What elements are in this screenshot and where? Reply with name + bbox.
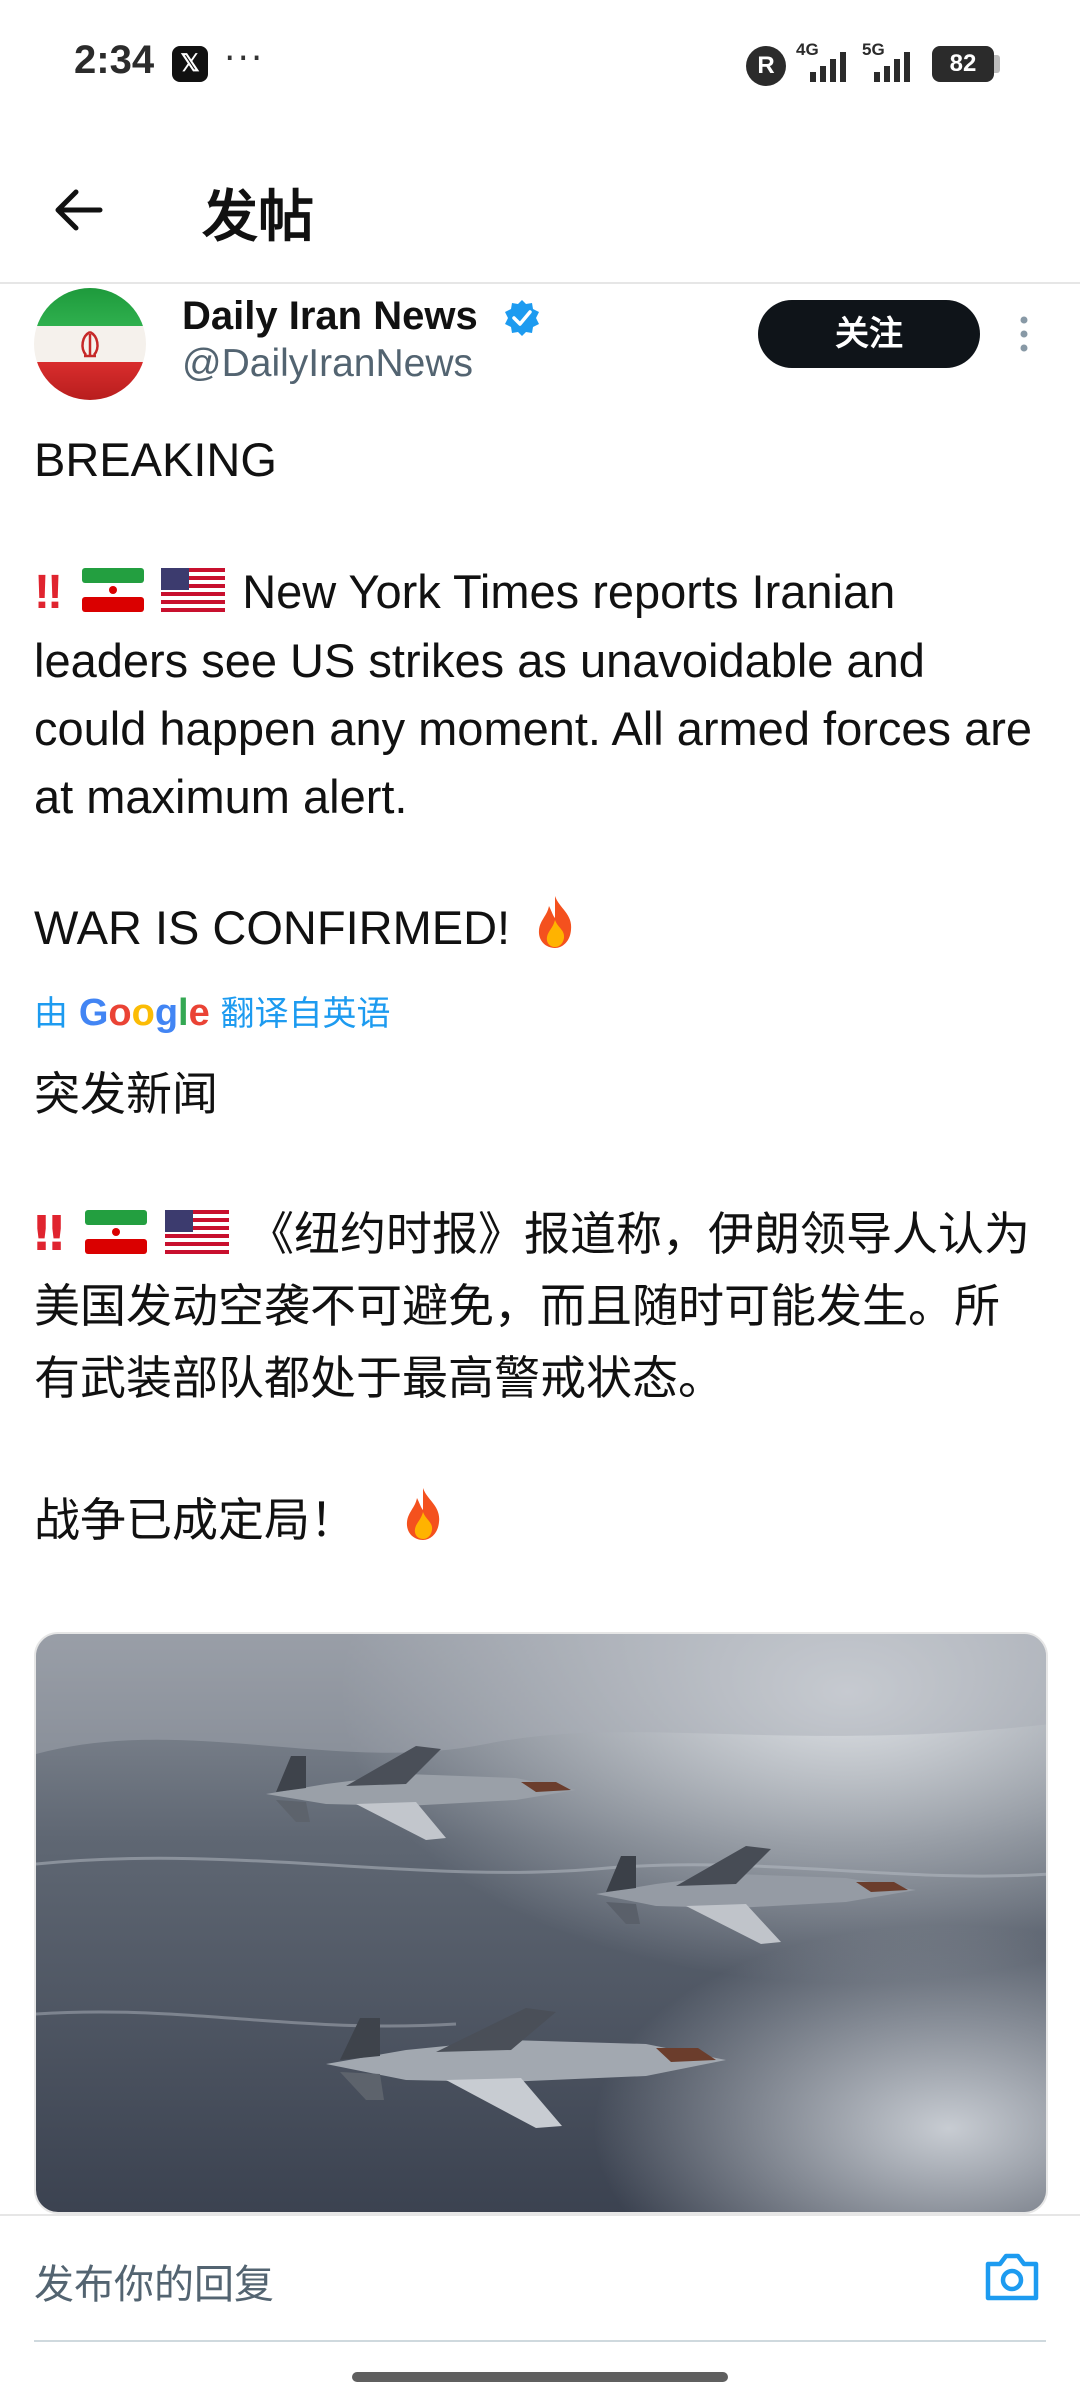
translate-suffix: 翻译自英语 [220, 994, 391, 1034]
tweet-media-image[interactable] [34, 1632, 1048, 2214]
reply-bar: 发布你的回复 [0, 2214, 1080, 2342]
reply-input-underline [34, 2340, 1046, 2342]
reply-input[interactable]: 发布你的回复 [34, 2252, 274, 2310]
avatar[interactable] [34, 288, 146, 400]
arrow-left-icon[interactable] [50, 182, 106, 238]
iran-flag-icon [84, 1210, 147, 1254]
battery-level: 82 [932, 46, 994, 82]
fire-emoji-icon [406, 1488, 439, 1540]
us-flag-icon [161, 568, 226, 612]
tweet-war-en: WAR IS CONFIRMED! [34, 894, 1034, 962]
status-bar: 2:34 𝕏 ··· R 4G 5G 82 [0, 0, 1080, 130]
tweet-war-en-text: WAR IS CONFIRMED! [34, 901, 511, 954]
app-header: 发帖 [0, 130, 1080, 284]
more-notifications-icon: ··· [224, 38, 265, 79]
signal-strength-icon [874, 52, 910, 82]
more-options-icon[interactable] [1016, 314, 1032, 354]
tweet-breaking-line: BREAKING [34, 433, 277, 486]
x-app-notification-icon: 𝕏 [172, 46, 208, 82]
signal-strength-icon [810, 52, 846, 82]
page-title: 发帖 [202, 185, 314, 250]
author-name[interactable]: Daily Iran News [182, 294, 478, 339]
double-exclamation-icon: ‼ [34, 566, 63, 619]
iran-flag-avatar-icon [34, 288, 146, 400]
home-indicator[interactable] [352, 2372, 728, 2382]
tweet-war-cn-text: 战争已成定局！ [34, 1493, 356, 1547]
fighter-jets-photo [36, 1634, 1046, 2212]
translated-by-google-link[interactable]: 由 Google 翻译自英语 [34, 986, 391, 1035]
tweet-breaking-line-cn: 突发新闻 [34, 1067, 218, 1121]
translate-prefix: 由 [34, 994, 68, 1034]
iran-flag-icon [82, 568, 145, 612]
camera-icon[interactable] [982, 2248, 1042, 2304]
status-time: 2:34 [74, 38, 155, 82]
tweet-body-cn: ‼ 《纽约时报》报道称，伊朗领导人认为美国发动空袭不可避免，而且随时可能发生。所… [34, 1198, 1034, 1414]
author-handle[interactable]: @DailyIranNews [182, 342, 473, 386]
tweet-body-en: ‼ New York Times reports Iranian leaders… [34, 558, 1034, 831]
tweet-war-cn: 战争已成定局！ [34, 1484, 1034, 1556]
double-exclamation-icon: ‼ [34, 1206, 64, 1262]
r-status-icon: R [746, 46, 786, 86]
us-flag-icon [165, 1210, 230, 1254]
fire-emoji-icon [539, 896, 572, 948]
verified-badge-icon [505, 300, 539, 336]
follow-button[interactable]: 关注 [758, 300, 980, 368]
google-logo-text: Google [78, 992, 210, 1034]
battery-tip-icon [994, 55, 1000, 73]
